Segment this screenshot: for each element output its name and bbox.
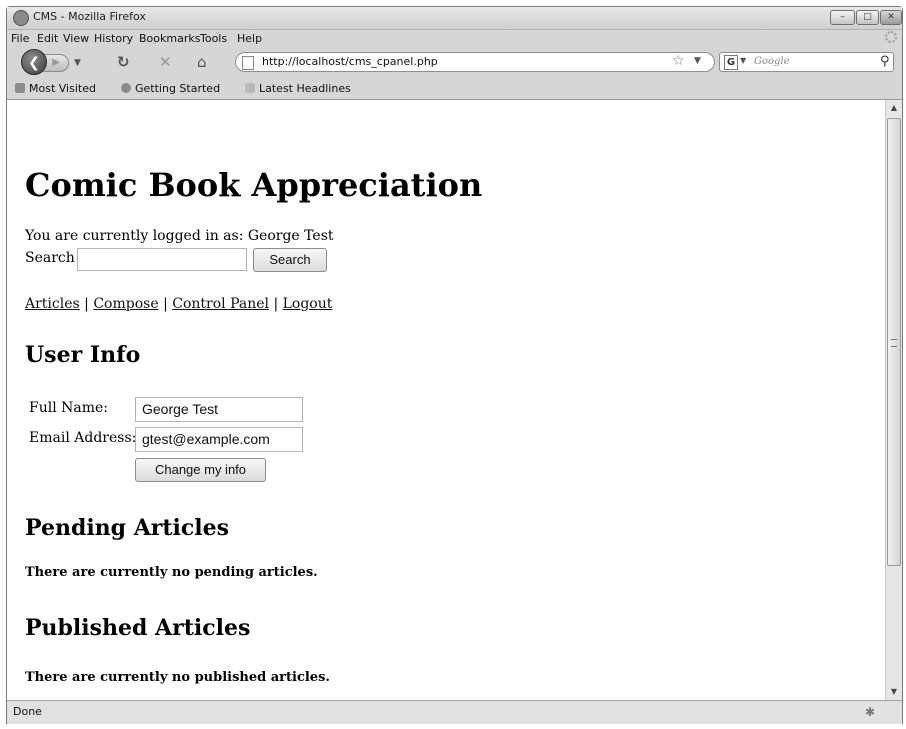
menu-history[interactable]: History <box>94 32 133 45</box>
nav-links: Articles | Compose | Control Panel | Log… <box>25 296 332 312</box>
status-bar: Done ✱ <box>7 700 902 724</box>
vertical-scrollbar[interactable]: ▲ ▼ <box>885 100 902 700</box>
full-name-label: Full Name: <box>29 400 109 416</box>
search-input[interactable] <box>77 248 247 271</box>
page-icon <box>242 56 254 70</box>
published-articles-message: There are currently no published article… <box>25 670 330 685</box>
nav-articles[interactable]: Articles <box>25 296 80 312</box>
bookmark-getting-started[interactable]: Getting Started <box>121 82 220 95</box>
search-label: Search <box>25 250 75 266</box>
throbber-icon <box>885 31 897 43</box>
title-bar: CMS - Mozilla Firefox – □ ✕ <box>7 7 902 30</box>
menu-help[interactable]: Help <box>237 32 262 45</box>
pending-articles-message: There are currently no pending articles. <box>25 565 318 580</box>
scroll-up-icon[interactable]: ▲ <box>886 100 902 116</box>
back-button[interactable]: ❮ <box>21 49 47 75</box>
firefox-icon <box>13 10 29 26</box>
nav-separator: | <box>163 296 168 312</box>
url-bar[interactable]: http://localhost/cms_cpanel.php ☆ ▼ <box>235 52 715 72</box>
search-engine-dropdown-icon[interactable]: ▼ <box>740 56 746 65</box>
email-field[interactable]: gtest@example.com <box>135 427 303 452</box>
bookmark-label: Getting Started <box>135 82 221 95</box>
url-dropdown-icon[interactable]: ▼ <box>694 56 701 66</box>
full-name-field[interactable]: George Test <box>135 397 303 422</box>
search-button[interactable]: Search <box>253 248 327 272</box>
menu-bar: File Edit View History Bookmarks Tools H… <box>7 29 902 47</box>
reload-icon[interactable]: ↻ <box>117 53 130 71</box>
web-search-box[interactable]: G ▼ Google ⚲ <box>719 52 894 72</box>
change-my-info-button[interactable]: Change my info <box>135 458 266 482</box>
search-placeholder: Google <box>754 56 790 67</box>
history-dropdown-icon[interactable]: ▼ <box>74 58 81 68</box>
menu-bookmarks[interactable]: Bookmarks <box>139 32 200 45</box>
menu-edit[interactable]: Edit <box>37 32 58 45</box>
menu-view[interactable]: View <box>63 32 89 45</box>
email-label: Email Address: <box>29 430 137 446</box>
navigation-toolbar: ▶ ❮ ▼ ↻ ✕ ⌂ http://localhost/cms_cpanel.… <box>7 47 902 77</box>
url-text[interactable]: http://localhost/cms_cpanel.php <box>262 55 438 68</box>
bookmark-latest-headlines[interactable]: Latest Headlines <box>245 82 351 95</box>
nav-control-panel[interactable]: Control Panel <box>172 296 269 312</box>
window-title: CMS - Mozilla Firefox <box>33 10 146 23</box>
scrollbar-thumb[interactable] <box>887 118 901 566</box>
folder-icon <box>15 83 25 93</box>
user-info-heading: User Info <box>25 342 141 368</box>
stop-icon[interactable]: ✕ <box>159 53 172 71</box>
browser-window: CMS - Mozilla Firefox – □ ✕ File Edit Vi… <box>6 6 903 724</box>
grip-icon <box>891 339 897 347</box>
nav-separator: | <box>84 296 89 312</box>
site-title: Comic Book Appreciation <box>25 166 483 204</box>
pending-articles-heading: Pending Articles <box>25 515 230 541</box>
bookmark-star-icon[interactable]: ☆ <box>672 53 685 69</box>
close-button[interactable]: ✕ <box>880 10 902 25</box>
nav-separator: | <box>273 296 279 312</box>
bookmark-label: Most Visited <box>29 82 96 95</box>
nav-logout[interactable]: Logout <box>283 296 333 312</box>
search-icon[interactable]: ⚲ <box>880 54 890 69</box>
logged-in-text: You are currently logged in as: George T… <box>25 228 334 244</box>
status-text: Done <box>13 705 42 718</box>
published-articles-heading: Published Articles <box>25 615 251 641</box>
nav-compose[interactable]: Compose <box>93 296 158 312</box>
resize-grip-icon[interactable]: ✱ <box>865 705 875 719</box>
page-content: Comic Book Appreciation You are currentl… <box>7 100 885 700</box>
bookmark-label: Latest Headlines <box>259 82 351 95</box>
menu-tools[interactable]: Tools <box>200 32 227 45</box>
bookmarks-toolbar: Most Visited Getting Started Latest Head… <box>7 77 902 100</box>
scroll-down-icon[interactable]: ▼ <box>886 684 902 700</box>
home-icon[interactable]: ⌂ <box>197 53 207 71</box>
bookmark-most-visited[interactable]: Most Visited <box>15 82 96 95</box>
minimize-button[interactable]: – <box>830 10 855 25</box>
maximize-button[interactable]: □ <box>856 10 879 25</box>
firefox-icon <box>121 83 131 93</box>
google-icon[interactable]: G <box>724 55 738 70</box>
menu-file[interactable]: File <box>11 32 29 45</box>
rss-icon <box>245 83 255 93</box>
